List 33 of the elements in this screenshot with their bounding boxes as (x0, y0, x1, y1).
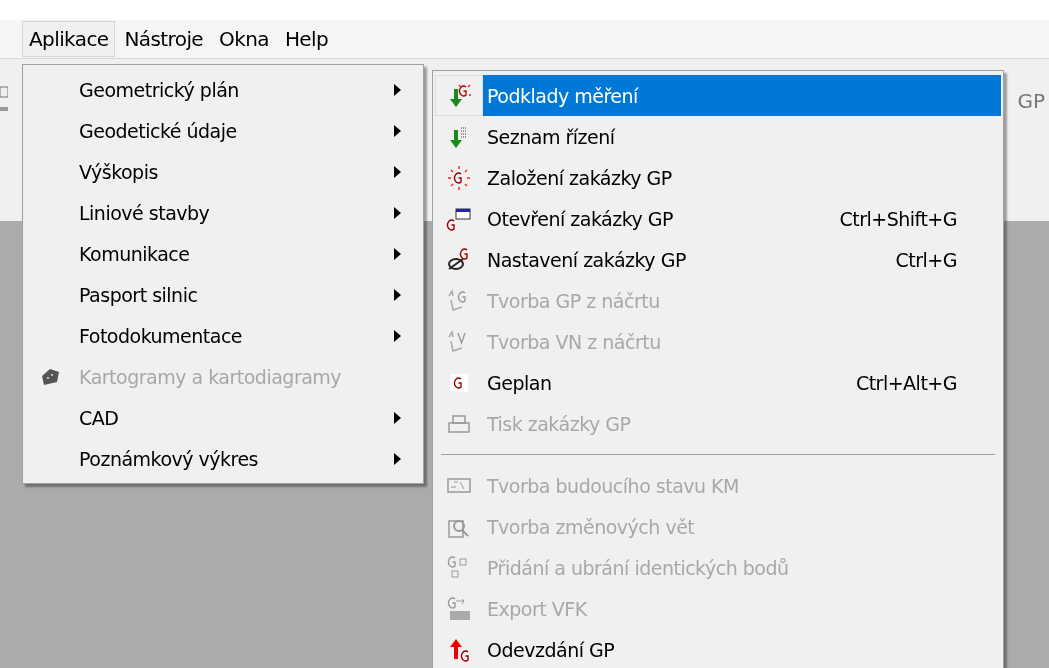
menu-bar-item[interactable]: Help (277, 21, 336, 57)
submenu-arrow-icon (394, 247, 401, 260)
submenu-item[interactable]: Založení zakázky GP (435, 157, 1001, 198)
menu-item[interactable]: Geometrický plán (25, 69, 421, 110)
submenu-item[interactable]: Podklady měření (435, 75, 1001, 116)
toolbar-label: GP (1017, 89, 1045, 113)
submenu-arrow-icon (394, 411, 401, 424)
menu-bar-item[interactable]: Aplikace (22, 21, 116, 57)
submenu-item[interactable]: Otevření zakázky GP Ctrl+Shift+G (435, 198, 1001, 239)
submenu-arrow-icon (394, 329, 401, 342)
submenu-arrow-icon (394, 288, 401, 301)
new-g-icon (446, 164, 472, 191)
submenu-arrow-icon (394, 124, 401, 137)
submenu-arrow-icon (394, 206, 401, 219)
submenu-arrow-icon (394, 165, 401, 178)
submenu-item[interactable]: Seznam řízení (435, 116, 1001, 157)
menu-item[interactable]: Liniové stavby (25, 192, 421, 233)
menu-item[interactable]: Fotodokumentace (25, 315, 421, 356)
menu-item[interactable]: Geodetické údaje (25, 110, 421, 151)
menu-bar-item[interactable]: Nástroje (117, 21, 211, 57)
menu-item[interactable]: Pasport silnic (25, 274, 421, 315)
submenu-arrow-icon (394, 452, 401, 465)
menu-bar-item[interactable]: Okna (212, 21, 276, 57)
menu-item[interactable]: CAD (25, 397, 421, 438)
export-icon (446, 595, 472, 622)
submenu-item[interactable]: Odevzdání GP (435, 629, 1001, 668)
open-window-icon (446, 205, 472, 232)
menu-item[interactable]: Komunikace (25, 233, 421, 274)
submenu-item[interactable]: Nastavení zakázky GP Ctrl+G (435, 239, 1001, 280)
menu-item[interactable]: Výškopis (25, 151, 421, 192)
submenu-item[interactable]: Geplan Ctrl+Alt+G (435, 362, 1001, 403)
submenu-arrow-icon (394, 83, 401, 96)
menu-item[interactable]: Poznámkový výkres (25, 438, 421, 479)
